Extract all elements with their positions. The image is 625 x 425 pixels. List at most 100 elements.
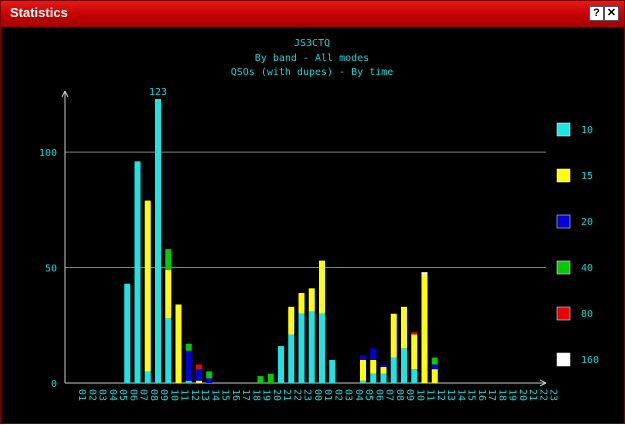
bar-segment <box>298 292 305 314</box>
x-tick-label: 04 <box>107 389 118 401</box>
bar-segment <box>267 373 274 383</box>
y-tick-label: 0 <box>51 379 57 390</box>
x-tick-label: 23 <box>302 389 313 401</box>
bar-segment <box>308 311 315 383</box>
bar-segment <box>360 380 366 383</box>
x-tick-label: 03 <box>97 389 108 401</box>
legend-label: 10 <box>581 125 593 136</box>
x-tick-label: 11 <box>179 389 190 401</box>
legend-swatch <box>556 122 571 137</box>
bar-segment <box>401 348 407 383</box>
x-tick-label: 14 <box>209 389 220 401</box>
close-button[interactable]: ✕ <box>604 6 619 21</box>
bar-segment <box>124 283 131 383</box>
y-tick-label: 50 <box>45 264 57 275</box>
window-title: Statistics <box>10 5 68 20</box>
x-tick-label: 10 <box>414 389 425 401</box>
x-tick-label: 05 <box>117 389 128 401</box>
x-tick-label: 07 <box>138 389 149 401</box>
x-tick-label: 13 <box>445 389 456 401</box>
bar-segment <box>380 366 387 374</box>
x-tick-label: 02 <box>86 389 97 401</box>
statistics-chart: JS3CTQ By band - All modes QSOs (with dupe… <box>39 38 599 401</box>
x-tick-label: 06 <box>373 389 384 401</box>
x-tick-label: 12 <box>435 389 446 401</box>
legend-label: 15 <box>581 171 593 182</box>
max-value-label: 123 <box>149 87 167 98</box>
bar-segment <box>196 369 202 381</box>
bar-segment <box>431 357 438 365</box>
bar-segment <box>206 378 213 383</box>
bar-segment <box>319 313 325 383</box>
bar-segment <box>144 371 151 383</box>
x-tick-label: 15 <box>220 389 231 401</box>
bar-segment <box>431 369 438 383</box>
x-tick-label: 19 <box>261 389 272 401</box>
y-tick-label: 100 <box>39 148 57 159</box>
x-tick-label: 05 <box>363 389 374 401</box>
legend-swatch <box>556 260 571 275</box>
x-tick-label: 08 <box>148 389 159 401</box>
bar-segment <box>165 249 172 270</box>
x-tick-label: 20 <box>271 389 282 401</box>
bar-segment <box>411 334 418 370</box>
bar-segment <box>411 332 418 335</box>
x-tick-label: 17 <box>240 389 251 401</box>
help-button[interactable]: ? <box>589 6 604 21</box>
x-tick-label: 09 <box>158 389 169 401</box>
x-tick-label: 07 <box>384 389 395 401</box>
x-tick-label: 06 <box>127 389 138 401</box>
bar-segment <box>206 371 213 379</box>
bar-segment <box>370 359 377 374</box>
x-tick-label: 18 <box>496 389 507 401</box>
bar-segment <box>196 364 202 370</box>
x-tick-label: 08 <box>394 389 405 401</box>
chart-subtitle: By band - All modes <box>255 53 369 64</box>
legend-label: 40 <box>581 263 593 274</box>
x-tick-label: 14 <box>455 389 466 401</box>
x-tick-label: 00 <box>312 389 323 401</box>
x-tick-label: 15 <box>466 389 477 401</box>
bar-segment <box>288 334 295 383</box>
x-tick-label: 20 <box>517 389 528 401</box>
x-tick-label: 02 <box>332 389 343 401</box>
bar-segment <box>185 350 192 381</box>
bar-segment <box>155 99 161 383</box>
bar-segment <box>360 355 366 360</box>
x-tick-label: 09 <box>404 389 415 401</box>
x-tick-label: 22 <box>291 389 302 401</box>
legend-swatch <box>556 168 571 183</box>
bar-segment <box>401 306 407 349</box>
x-tick-label: 17 <box>486 389 497 401</box>
window-titlebar[interactable]: Statistics ? ✕ <box>1 1 624 27</box>
bar-segment <box>185 343 192 351</box>
bar-segment <box>196 380 202 383</box>
bar-segment <box>288 306 295 335</box>
bar-segment <box>431 364 438 370</box>
x-tick-label: 04 <box>353 389 364 401</box>
x-tick-label: 16 <box>476 389 487 401</box>
bar-segment <box>370 348 377 360</box>
x-tick-label: 18 <box>250 389 261 401</box>
bar-segment <box>360 359 366 381</box>
legend-swatch <box>556 214 571 229</box>
legend-label: 160 <box>581 355 599 366</box>
bar-segment <box>165 269 172 319</box>
bar-segment <box>175 304 182 383</box>
legend-swatch <box>556 352 571 367</box>
bar-segment <box>370 373 377 383</box>
x-tick-label: 22 <box>537 389 548 401</box>
bar-segment <box>390 313 397 358</box>
chart-subtitle: QSOs (with dupes) - By time <box>231 67 394 78</box>
bar-segment <box>278 346 284 383</box>
bar-segment <box>380 373 387 383</box>
bar-segment <box>319 260 325 314</box>
bar-segment <box>165 318 172 383</box>
x-tick-label: 10 <box>168 389 179 401</box>
x-tick-label: 13 <box>199 389 210 401</box>
bar-segment <box>411 369 418 383</box>
x-tick-label: 12 <box>189 389 200 401</box>
bar-segment <box>298 313 305 383</box>
x-tick-label: 01 <box>322 389 333 401</box>
x-tick-label: 21 <box>527 389 538 401</box>
